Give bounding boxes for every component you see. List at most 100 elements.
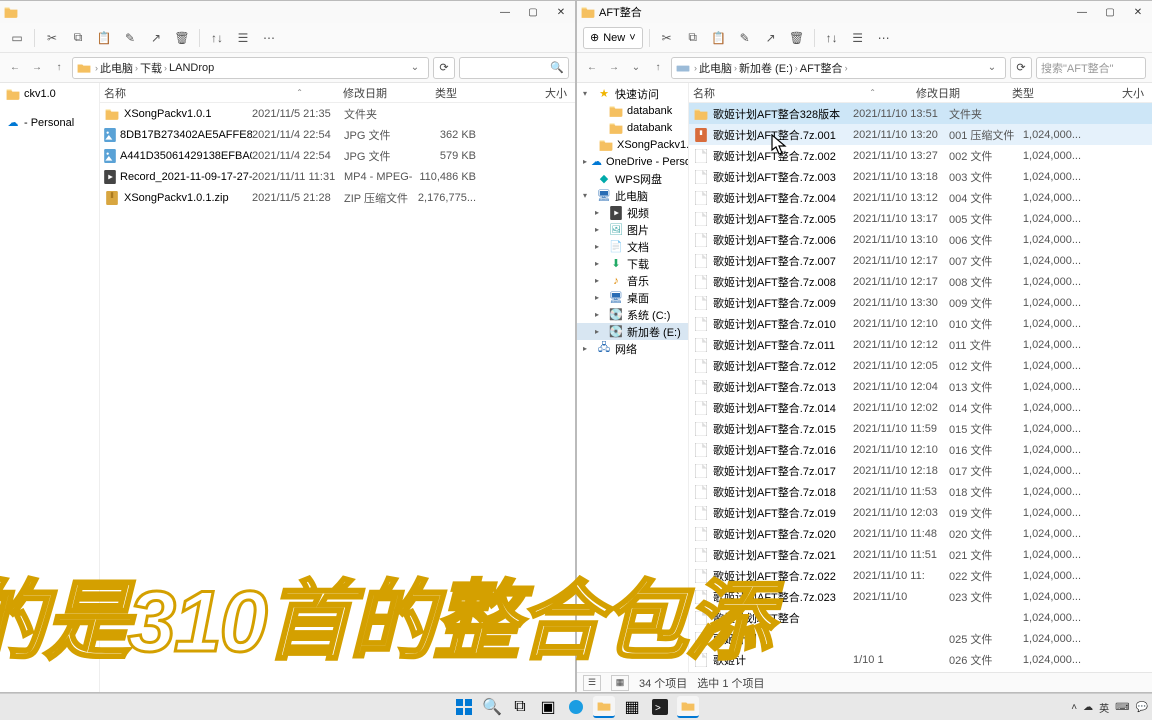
file-list[interactable]: XSongPackv1.0.12021/11/5 21:35文件夹8DB17B2… <box>100 103 575 692</box>
sort-button[interactable]: ↑↓ <box>206 27 228 49</box>
file-row[interactable]: 歌姬计划AFT整合328版本2021/11/10 13:51文件夹 <box>689 103 1152 124</box>
file-row[interactable]: 歌姬计划025 文件1,024,000... <box>689 628 1152 649</box>
file-row[interactable]: 歌姬计划AFT整合.7z.0012021/11/10 13:20001 压缩文件… <box>689 124 1152 145</box>
paste-button[interactable]: 📋 <box>93 27 115 49</box>
nav-item[interactable]: ▸视频 <box>577 204 688 221</box>
chevron-icon[interactable]: ▸ <box>583 157 587 166</box>
nav-item[interactable]: ▸💽新加卷 (E:) <box>577 323 688 340</box>
explorer-icon-2[interactable] <box>677 696 699 718</box>
nav-item[interactable]: ▸🖼图片 <box>577 221 688 238</box>
close-button[interactable]: ✕ <box>547 1 575 23</box>
nav-item[interactable]: databank <box>577 102 688 119</box>
chevron-icon[interactable]: ▸ <box>595 310 605 319</box>
app-icon[interactable]: ▦ <box>621 696 643 718</box>
action-center-icon[interactable]: 💬 <box>1136 702 1148 713</box>
chevron-icon[interactable]: ▸ <box>583 344 593 353</box>
new-button[interactable]: ⊕ New ˅ <box>583 27 643 49</box>
tiles-view-button[interactable]: ▦ <box>611 675 629 691</box>
nav-item[interactable]: ▾★快速访问 <box>577 85 688 102</box>
file-row[interactable]: 歌姬计划AFT整合.7z.0162021/11/10 12:10016 文件1,… <box>689 439 1152 460</box>
forward-button[interactable]: → <box>605 59 623 77</box>
titlebar[interactable]: — ▢ ✕ <box>0 1 575 23</box>
nav-item[interactable]: databank <box>577 119 688 136</box>
column-header[interactable]: 名称 ⌃ 修改日期 类型 大小 <box>100 83 575 103</box>
file-list[interactable]: 歌姬计划AFT整合328版本2021/11/10 13:51文件夹歌姬计划AFT… <box>689 103 1152 672</box>
ime-indicator[interactable]: 英 <box>1099 700 1109 715</box>
dropdown-icon[interactable]: ⌄ <box>983 59 1001 77</box>
chevron-icon[interactable]: ▸ <box>595 259 605 268</box>
ime-icon[interactable]: ⌨ <box>1115 702 1129 713</box>
file-row[interactable]: 歌姬计划AFT整合.7z.0022021/11/10 13:27002 文件1,… <box>689 145 1152 166</box>
nav-item[interactable]: ▸📄文档 <box>577 238 688 255</box>
close-button[interactable]: ✕ <box>1124 1 1152 23</box>
up-button[interactable]: ↑ <box>50 59 68 77</box>
more-button[interactable]: ⋯ <box>873 27 895 49</box>
file-row[interactable]: 歌姬计划AFT整合.7z.0072021/11/10 12:17007 文件1,… <box>689 250 1152 271</box>
minimize-button[interactable]: — <box>491 1 519 23</box>
taskbar[interactable]: 🔍 ⧉ ▣ ▦ > ˄ ☁ 英 ⌨ 💬 <box>0 693 1152 720</box>
breadcrumb[interactable]: › 此电脑› 下载› LANDrop ⌄ <box>72 57 429 79</box>
column-header[interactable]: 名称 ⌃ 修改日期 类型 大小 <box>689 83 1152 103</box>
minimize-button[interactable]: — <box>1068 1 1096 23</box>
refresh-button[interactable]: ⟳ <box>1010 57 1032 79</box>
nav-item[interactable]: ☁- Personal <box>0 114 99 131</box>
chevron-icon[interactable]: ▾ <box>583 191 593 200</box>
taskview-icon[interactable]: ⧉ <box>509 696 531 718</box>
new-button[interactable]: ▭ <box>6 27 28 49</box>
details-view-button[interactable]: ☰ <box>583 675 601 691</box>
file-row[interactable]: 歌姬计划AFT整合.7z.0232021/11/10023 文件1,024,00… <box>689 586 1152 607</box>
view-button[interactable]: ☰ <box>847 27 869 49</box>
more-button[interactable]: ⋯ <box>258 27 280 49</box>
file-row[interactable]: XSongPackv1.0.1.zip2021/11/5 21:28ZIP 压缩… <box>100 187 575 208</box>
nav-item[interactable]: ◆WPS网盘 <box>577 170 688 187</box>
file-row[interactable]: 歌姬计划AFT整合.7z.0112021/11/10 12:12011 文件1,… <box>689 334 1152 355</box>
rename-button[interactable]: ✎ <box>734 27 756 49</box>
back-button[interactable]: ← <box>583 59 601 77</box>
share-button[interactable]: ↗ <box>760 27 782 49</box>
up-button[interactable]: ↑ <box>649 59 667 77</box>
file-row[interactable]: XSongPackv1.0.12021/11/5 21:35文件夹 <box>100 103 575 124</box>
nav-item[interactable]: XSongPackv1.0.1 <box>577 136 688 153</box>
cut-button[interactable]: ✂ <box>41 27 63 49</box>
nav-item[interactable]: ▸⬇下载 <box>577 255 688 272</box>
file-row[interactable]: 歌姬计划AFT整合.7z.0222021/11/10 11:022 文件1,02… <box>689 565 1152 586</box>
nav-item[interactable]: ckv1.0 <box>0 85 99 102</box>
chevron-icon[interactable]: ▸ <box>595 242 605 251</box>
file-row[interactable]: 歌姬计划AFT整合.7z.0032021/11/10 13:18003 文件1,… <box>689 166 1152 187</box>
start-button[interactable] <box>453 696 475 718</box>
file-row[interactable]: 歌姬计划AFT整合.7z.0102021/11/10 12:10010 文件1,… <box>689 313 1152 334</box>
nav-tree[interactable]: ckv1.0 ☁- Personal <box>0 83 100 692</box>
file-row[interactable]: Record_2021-11-09-17-27-01.mp42021/11/11… <box>100 166 575 187</box>
chevron-icon[interactable]: ▾ <box>583 89 593 98</box>
nav-item[interactable]: ▸☁OneDrive - Personal <box>577 153 688 170</box>
edge-icon[interactable] <box>565 696 587 718</box>
sort-button[interactable]: ↑↓ <box>821 27 843 49</box>
file-row[interactable]: 歌姬计划AFT整合.7z.0142021/11/10 12:02014 文件1,… <box>689 397 1152 418</box>
chevron-icon[interactable]: ▸ <box>595 276 605 285</box>
rename-button[interactable]: ✎ <box>119 27 141 49</box>
recent-button[interactable]: ⌄ <box>627 59 645 77</box>
file-row[interactable]: 歌姬计1/10 1026 文件1,024,000... <box>689 649 1152 670</box>
tray-chevron-icon[interactable]: ˄ <box>1071 702 1077 713</box>
nav-item[interactable]: ▸♪音乐 <box>577 272 688 289</box>
file-row[interactable]: 歌姬计划AFT整合.7z.0192021/11/10 12:03019 文件1,… <box>689 502 1152 523</box>
search-input[interactable]: 🔍 <box>459 57 569 79</box>
delete-button[interactable]: 🗑 <box>171 27 193 49</box>
file-row[interactable]: A441D35061429138EFBA04FD54C77...2021/11/… <box>100 145 575 166</box>
file-row[interactable]: 歌姬计划AFT整合.7z.0062021/11/10 13:10006 文件1,… <box>689 229 1152 250</box>
terminal-icon[interactable]: > <box>649 696 671 718</box>
file-row[interactable]: 歌姬计划AFT整合.7z.0042021/11/10 13:12004 文件1,… <box>689 187 1152 208</box>
onedrive-tray-icon[interactable]: ☁ <box>1083 702 1093 713</box>
share-button[interactable]: ↗ <box>145 27 167 49</box>
file-row[interactable]: 歌姬计划AFT整合.7z.0132021/11/10 12:04013 文件1,… <box>689 376 1152 397</box>
nav-item[interactable]: ▾🖥此电脑 <box>577 187 688 204</box>
refresh-button[interactable]: ⟳ <box>433 57 455 79</box>
file-row[interactable]: 歌姬计划AFT整合.7z.0052021/11/10 13:17005 文件1,… <box>689 208 1152 229</box>
search-icon[interactable]: 🔍 <box>481 696 503 718</box>
nav-tree[interactable]: ▾★快速访问databankdatabankXSongPackv1.0.1▸☁O… <box>577 83 689 672</box>
search-input[interactable]: 搜索"AFT整合" <box>1036 57 1146 79</box>
file-row[interactable]: 歌姬计划AFT整合.7z.0082021/11/10 12:17008 文件1,… <box>689 271 1152 292</box>
nav-item[interactable]: ▸🖧网络 <box>577 340 688 357</box>
copy-button[interactable]: ⧉ <box>67 27 89 49</box>
file-row[interactable]: 歌姬计划AFT整合.7z.0212021/11/10 11:51021 文件1,… <box>689 544 1152 565</box>
